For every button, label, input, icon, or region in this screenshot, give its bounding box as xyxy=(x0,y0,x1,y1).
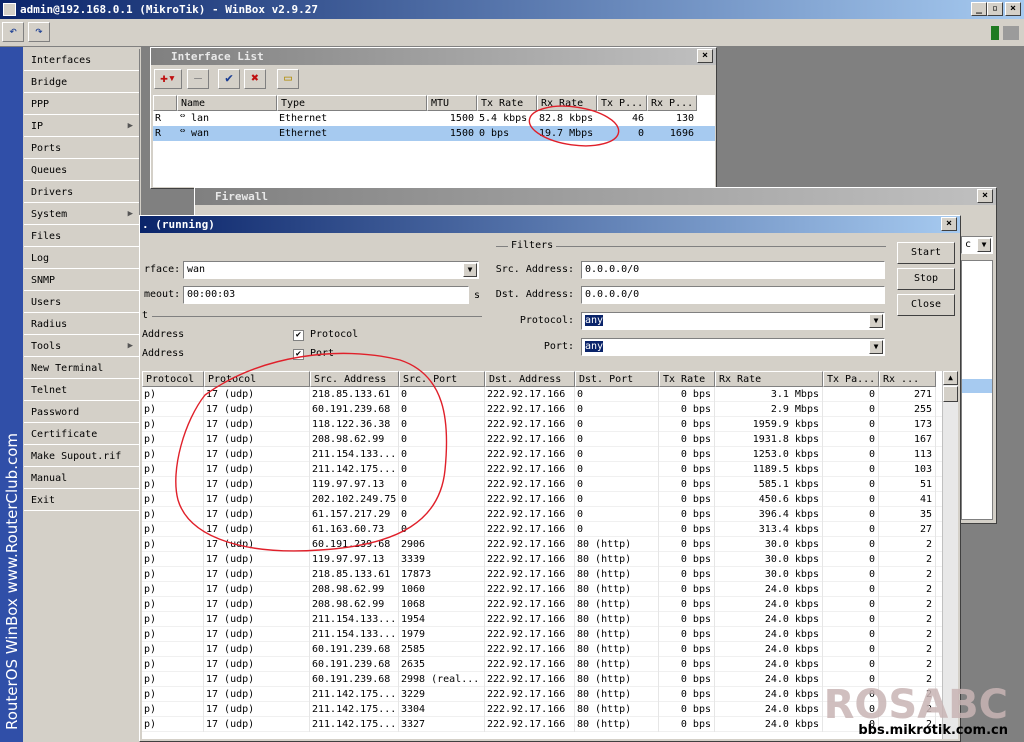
annotation-circle-sources xyxy=(175,352,448,552)
watermark-url: bbs.mikrotik.com.cn xyxy=(858,723,1008,738)
watermark-logo: ROSABC xyxy=(823,682,1008,728)
annotation-circle-rx-rate xyxy=(528,105,620,147)
annotation-overlay xyxy=(175,105,620,552)
